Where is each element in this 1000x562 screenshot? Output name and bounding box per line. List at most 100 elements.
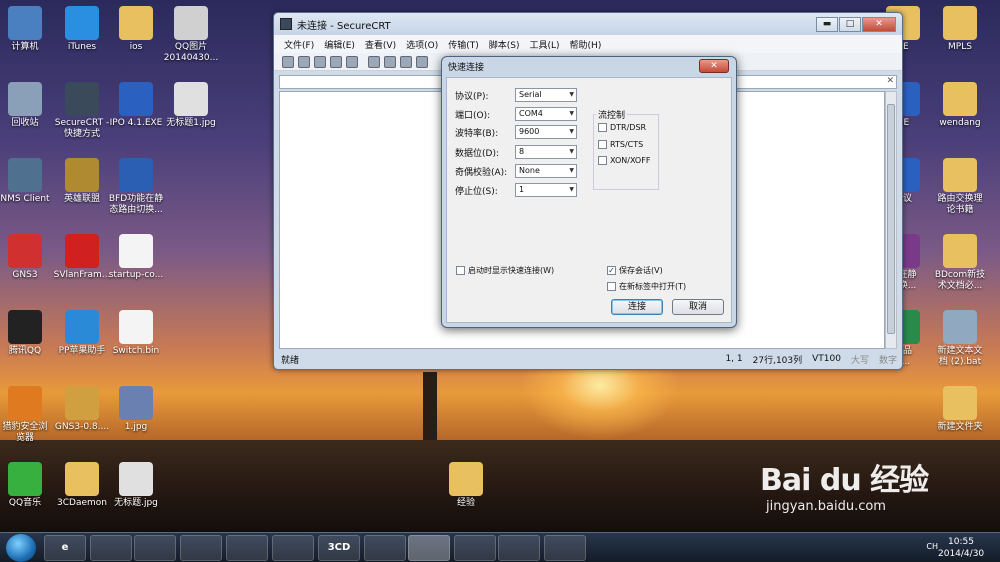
- desktop-icon[interactable]: QQ图片 20140430...: [156, 6, 226, 64]
- checkbox-box: [598, 140, 607, 149]
- terminal-icon[interactable]: [544, 535, 586, 561]
- securecrt-icon[interactable]: [408, 535, 450, 561]
- folder-icon: [943, 6, 977, 40]
- parity-select[interactable]: None: [515, 164, 577, 178]
- desktop-icon[interactable]: 无标题1.jpg: [156, 82, 226, 129]
- media-icon[interactable]: [134, 535, 176, 561]
- desktop-icon[interactable]: 路由交换理 论书籍: [925, 158, 995, 216]
- folder-icon: [943, 386, 977, 420]
- desktop-icon-label: BFD功能在静 态路由切换...: [108, 194, 164, 215]
- bat-icon: [943, 310, 977, 344]
- itunes-icon: [65, 6, 99, 40]
- scrollbar-thumb[interactable]: [887, 104, 895, 334]
- desktop-icon-jingyan[interactable]: 经验: [431, 462, 501, 509]
- desktop-icon-label: wendang: [939, 118, 981, 128]
- status-num: 数字: [878, 355, 897, 366]
- desktop-icon[interactable]: 新建文本文 档 (2).bat: [925, 310, 995, 368]
- menu-item[interactable]: 工具(L): [530, 38, 560, 51]
- taskbar: e 3CD CH 10:55 2014/4/30: [0, 532, 1000, 562]
- status-terminal: VT100: [812, 354, 841, 364]
- dtr-dsr-checkbox[interactable]: DTR/DSR: [598, 123, 646, 132]
- ie-icon[interactable]: e: [44, 535, 86, 561]
- folder-icon: [943, 82, 977, 116]
- image-icon: [119, 462, 153, 496]
- connect-icon[interactable]: [282, 55, 294, 68]
- explorer-icon[interactable]: [90, 535, 132, 561]
- desktop-icon[interactable]: MPLS: [925, 6, 995, 53]
- lol-icon: [65, 158, 99, 192]
- open-in-tab-checkbox[interactable]: 在新标签中打开(T): [607, 281, 686, 292]
- close-button[interactable]: ✕: [862, 16, 896, 32]
- baidu-site: jingyan.baidu.com: [766, 499, 886, 514]
- rts-cts-checkbox[interactable]: RTS/CTS: [598, 140, 643, 149]
- vertical-scrollbar[interactable]: [885, 91, 897, 349]
- desktop-icon-label: 新建文本文 档 (2).bat: [937, 346, 983, 367]
- status-ready: 就绪: [281, 355, 300, 366]
- minimize-button[interactable]: ▬: [816, 16, 838, 32]
- show-on-startup-checkbox[interactable]: 启动时显示快速连接(W): [456, 265, 554, 276]
- reconnect-icon[interactable]: [330, 55, 342, 68]
- find-icon[interactable]: [400, 55, 412, 68]
- paper-icon[interactable]: [272, 535, 314, 561]
- desktop-icon[interactable]: 无标题.jpg: [101, 462, 171, 509]
- menu-item[interactable]: 编辑(E): [324, 38, 355, 51]
- close-icon[interactable]: ✕: [886, 76, 894, 86]
- start-button[interactable]: [6, 534, 36, 562]
- 3cd-icon[interactable]: 3CD: [318, 535, 360, 561]
- menu-item[interactable]: 脚本(S): [489, 38, 520, 51]
- file-icon: [119, 310, 153, 344]
- desktop-icon[interactable]: wendang: [925, 82, 995, 129]
- menu-item[interactable]: 传输(T): [448, 38, 479, 51]
- dialog-body: 协议(P): Serial 端口(O): COM4 波特率(B): 9600 数…: [446, 77, 732, 323]
- desktop-icon[interactable]: 新建文件夹: [925, 386, 995, 433]
- desktop-icon-label: BDcom新技 术文档必...: [934, 270, 986, 291]
- protocol-label: 协议(P):: [455, 92, 489, 102]
- desktop-icon-label: 无标题1.jpg: [166, 118, 216, 128]
- dialog-close-button[interactable]: ✕: [699, 59, 729, 73]
- clock[interactable]: 10:55 2014/4/30: [938, 536, 984, 560]
- stop-bits-select[interactable]: 1: [515, 183, 577, 197]
- menu-item[interactable]: 文件(F): [284, 38, 314, 51]
- desktop-icon[interactable]: BDcom新技 术文档必...: [925, 234, 995, 292]
- network-icon[interactable]: [454, 535, 496, 561]
- menu-item[interactable]: 查看(V): [365, 38, 396, 51]
- print-icon[interactable]: [416, 55, 428, 68]
- desktop-icon[interactable]: startup-co...: [101, 234, 171, 281]
- menu-item[interactable]: 帮助(H): [570, 38, 602, 51]
- protocol-select[interactable]: Serial: [515, 88, 577, 102]
- clock-time: 10:55: [948, 537, 974, 547]
- quick-connect-icon[interactable]: [298, 55, 310, 68]
- fin-icon[interactable]: [226, 535, 268, 561]
- copy-icon[interactable]: [368, 55, 380, 68]
- paint-icon[interactable]: [498, 535, 540, 561]
- baidu-logo: Bai du 经验: [760, 463, 929, 498]
- browser-icon[interactable]: [180, 535, 222, 561]
- cancel-button[interactable]: 取消: [672, 299, 724, 315]
- desktop-icon[interactable]: BFD功能在静 态路由切换...: [101, 158, 171, 216]
- checkbox-box: [607, 282, 616, 291]
- paste-icon[interactable]: [384, 55, 396, 68]
- baidu-watermark: Bai du 经验 jingyan.baidu.com: [760, 455, 929, 514]
- folder-icon: [119, 6, 153, 40]
- desktop-icon[interactable]: 1.jpg: [101, 386, 171, 433]
- disconnect-icon[interactable]: [346, 55, 358, 68]
- status-caps: 大写: [850, 355, 869, 366]
- app-icon[interactable]: [364, 535, 406, 561]
- data-bits-select[interactable]: 8: [515, 145, 577, 159]
- port-select[interactable]: COM4: [515, 107, 577, 121]
- window-titlebar[interactable]: 未连接 - SecureCRT ▬ □ ✕: [274, 13, 902, 35]
- maximize-button[interactable]: □: [839, 16, 861, 32]
- baud-rate-select[interactable]: 9600: [515, 125, 577, 139]
- desktop-icon[interactable]: Switch.bin: [101, 310, 171, 357]
- ime-indicator[interactable]: CH: [926, 542, 938, 551]
- pp-icon: [65, 310, 99, 344]
- qq-icon: [8, 310, 42, 344]
- file-icon: [119, 234, 153, 268]
- quick-connect-dialog[interactable]: 快速连接 ✕ 协议(P): Serial 端口(O): COM4 波特率(B):…: [441, 56, 737, 328]
- connect-tab-icon[interactable]: [314, 55, 326, 68]
- menu-item[interactable]: 选项(O): [406, 38, 438, 51]
- desktop-icon-label: 路由交换理 论书籍: [937, 194, 983, 215]
- xon-xoff-checkbox[interactable]: XON/XOFF: [598, 156, 650, 165]
- connect-button[interactable]: 连接: [611, 299, 663, 315]
- save-session-checkbox[interactable]: ✓ 保存会话(V): [607, 265, 663, 276]
